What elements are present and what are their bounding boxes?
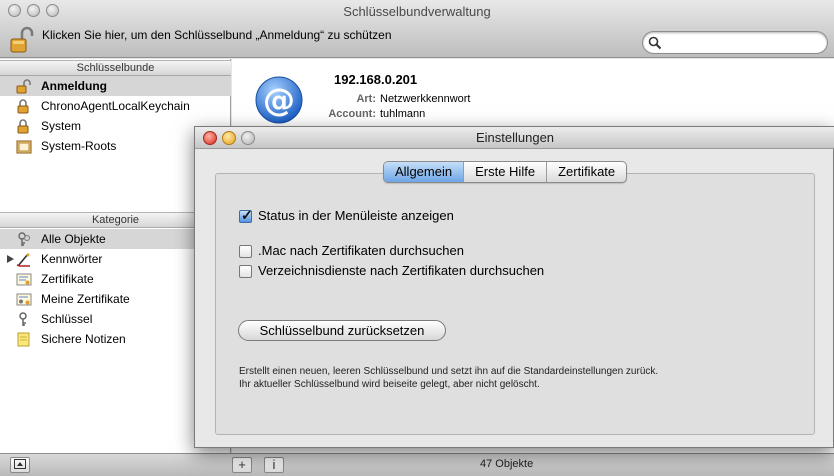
help-text-line-2: Ihr aktueller Schlüsselbund wird beiseit… <box>239 379 540 390</box>
lock-open-icon <box>16 79 31 94</box>
tab-zertifikate[interactable]: Zertifikate <box>547 162 626 182</box>
help-text-line-1: Erstellt einen neuen, leeren Schlüsselbu… <box>239 366 659 377</box>
network-password-icon: @ <box>255 76 303 124</box>
all-items-icon <box>18 232 31 246</box>
search-field[interactable] <box>642 31 828 54</box>
passwords-icon <box>16 253 30 267</box>
category-label: Schlüssel <box>41 312 93 326</box>
keychain-label: System-Roots <box>41 139 117 153</box>
info-button[interactable]: i <box>264 457 284 473</box>
keychains-header: Schlüsselbunde <box>0 60 231 76</box>
category-label: Alle Objekte <box>41 232 106 246</box>
my-certificate-icon <box>16 293 32 306</box>
reset-keychain-button[interactable]: Schlüsselbund zurücksetzen <box>238 320 446 341</box>
checkmark-icon: ✓ <box>241 207 253 223</box>
tab-allgemein[interactable]: Allgemein <box>384 162 465 182</box>
certificate-icon <box>16 273 32 286</box>
general-tab-panel: ✓ Status in der Menüleiste anzeigen .Mac… <box>215 173 815 435</box>
item-count: 47 Objekte <box>480 458 534 470</box>
window-titlebar: Schlüsselbundverwaltung Klicken Sie hier… <box>0 0 834 58</box>
keychain-item-anmeldung[interactable]: Anmeldung <box>0 76 231 96</box>
mac-search-checkbox[interactable] <box>239 245 252 258</box>
sidebar-toggle-icon <box>14 459 26 469</box>
folder-icon <box>16 140 32 154</box>
lock-keychain-text[interactable]: Klicken Sie hier, um den Schlüsselbund „… <box>42 28 392 42</box>
account-label: Account: <box>328 108 376 120</box>
search-icon <box>648 36 662 50</box>
keychain-label: Anmeldung <box>41 79 107 93</box>
dialog-minimize-button[interactable] <box>222 131 236 145</box>
keychain-item-chronoagent[interactable]: ChronoAgentLocalKeychain <box>0 96 231 116</box>
keychain-label: ChronoAgentLocalKeychain <box>41 99 190 113</box>
preferences-tabs: Allgemein Erste Hilfe Zertifikate <box>383 161 628 183</box>
dialog-title: Einstellungen <box>475 130 555 145</box>
tab-erste-hilfe[interactable]: Erste Hilfe <box>464 162 548 182</box>
item-title: 192.168.0.201 <box>334 72 418 87</box>
sidebar-toggle-button[interactable] <box>10 457 30 473</box>
category-label: Kennwörter <box>41 252 103 266</box>
menu-status-checkbox[interactable]: ✓ <box>239 207 253 223</box>
bottom-toolbar: + i 47 Objekte <box>0 453 834 476</box>
mac-search-label[interactable]: .Mac nach Zertifikaten durchsuchen <box>258 243 464 258</box>
category-label: Sichere Notizen <box>41 332 126 346</box>
lock-icon <box>17 99 29 114</box>
menu-status-label[interactable]: Status in der Menüleiste anzeigen <box>258 208 454 223</box>
kind-label: Art: <box>356 93 376 105</box>
dialog-zoom-button[interactable] <box>241 131 255 145</box>
add-item-button[interactable]: + <box>232 457 252 473</box>
lock-open-icon[interactable] <box>10 26 34 54</box>
key-icon <box>19 312 27 326</box>
preferences-dialog: Einstellungen Allgemein Erste Hilfe Zert… <box>194 126 834 448</box>
dialog-close-button[interactable] <box>203 131 217 145</box>
keychain-label: System <box>41 119 82 133</box>
dialog-titlebar: Einstellungen <box>195 127 834 149</box>
category-label: Meine Zertifikate <box>41 292 130 306</box>
directory-search-label[interactable]: Verzeichnisdienste nach Zertifikaten dur… <box>258 263 544 278</box>
disclosure-triangle-icon[interactable] <box>7 255 14 263</box>
directory-search-checkbox[interactable] <box>239 265 252 278</box>
note-icon <box>17 332 30 347</box>
account-value: tuhlmann <box>380 108 426 120</box>
kind-value: Netzwerkkennwort <box>380 93 471 105</box>
lock-icon <box>17 119 29 134</box>
svg-text:@: @ <box>263 81 295 119</box>
category-label: Zertifikate <box>41 272 94 286</box>
window-title: Schlüsselbundverwaltung <box>343 4 491 19</box>
